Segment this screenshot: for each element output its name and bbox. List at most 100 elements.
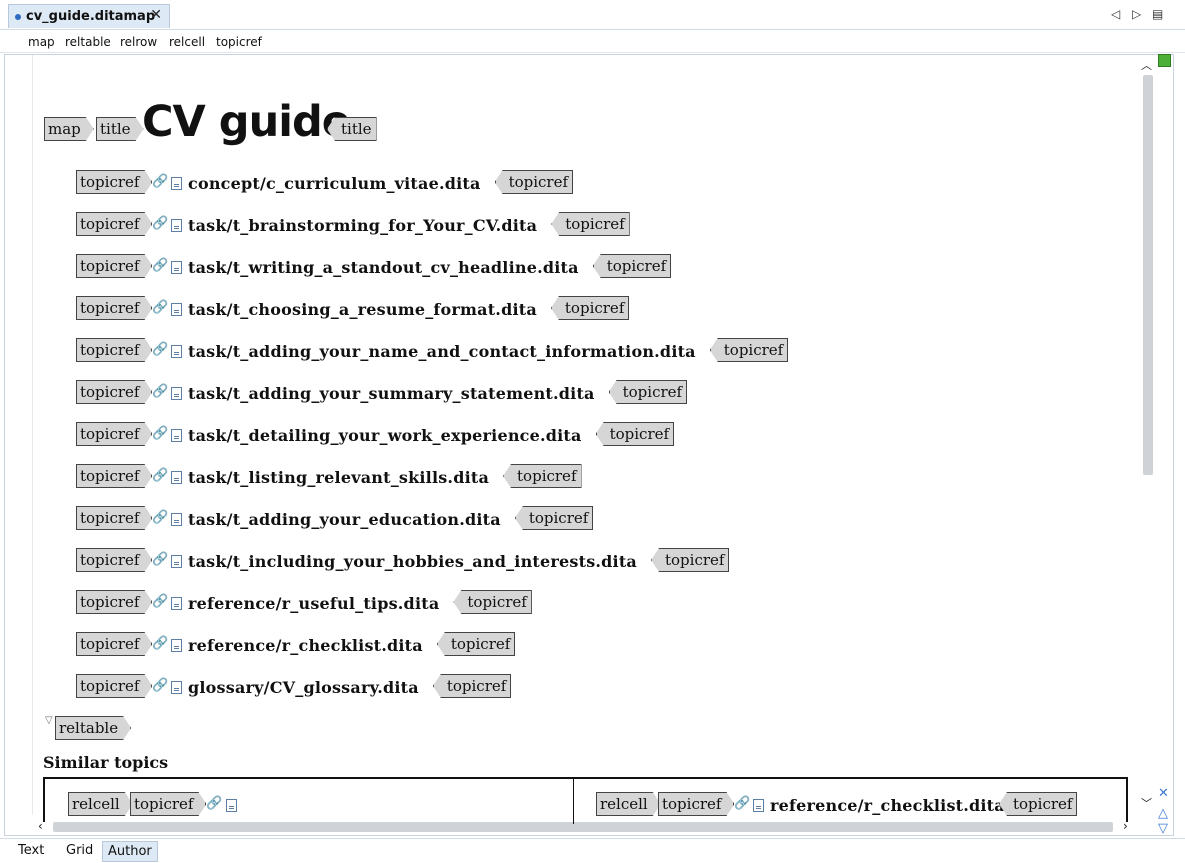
previous-marker-icon[interactable]: △	[1158, 806, 1168, 821]
topicref-href[interactable]: reference/r_checklist.dita	[770, 796, 1005, 815]
link-icon: 🔗	[152, 384, 169, 399]
breadcrumb-map[interactable]: map	[28, 35, 55, 49]
document-icon	[171, 429, 182, 442]
topicref-href[interactable]: task/t_choosing_a_resume_format.dita	[188, 300, 537, 319]
document-icon	[753, 799, 764, 812]
document-icon	[226, 799, 237, 812]
link-icon: 🔗	[152, 678, 169, 693]
topicref-href[interactable]: task/t_adding_your_summary_statement.dit…	[188, 384, 595, 403]
document-icon	[171, 387, 182, 400]
link-icon: 🔗	[152, 426, 169, 441]
topicref-tag[interactable]: topicref	[76, 674, 152, 698]
tab-cv-guide[interactable]: cv_guide.ditamap ✕	[8, 4, 170, 28]
topicref-href[interactable]: reference/r_checklist.dita	[188, 636, 423, 655]
topicref-tag[interactable]: topicref	[658, 792, 734, 816]
document-icon	[171, 345, 182, 358]
topicref-tag[interactable]: topicref	[76, 296, 152, 320]
topicref-tag[interactable]: topicref	[76, 632, 152, 656]
document-icon	[171, 471, 182, 484]
link-icon: 🔗	[152, 594, 169, 609]
topicref-close-tag[interactable]: topicref	[514, 506, 594, 530]
topicref-href[interactable]: task/t_listing_relevant_skills.dita	[188, 468, 489, 487]
scroll-up-icon[interactable]: ︿	[1141, 57, 1152, 73]
map-tag[interactable]: map	[44, 117, 94, 141]
reltable-tag[interactable]: reltable	[55, 716, 131, 740]
topicref-tag[interactable]: topicref	[76, 380, 152, 404]
scroll-down-icon[interactable]: ﹀	[1141, 795, 1152, 811]
topicref-close-tag[interactable]: topicref	[494, 170, 574, 194]
link-icon: 🔗	[152, 258, 169, 273]
document-icon	[171, 597, 182, 610]
breadcrumb-topicref[interactable]: topicref	[216, 35, 262, 49]
topicref-close-tag[interactable]: topicref	[550, 296, 630, 320]
document-icon	[171, 681, 182, 694]
page-title[interactable]: CV guide	[142, 97, 351, 147]
topicref-tag[interactable]: topicref	[76, 548, 152, 572]
topicref-close-tag[interactable]: topicref	[592, 254, 672, 278]
topicref-tag[interactable]: topicref	[130, 792, 206, 816]
title-tag[interactable]: title	[96, 117, 144, 141]
document-icon	[171, 303, 182, 316]
topicref-href[interactable]: task/t_writing_a_standout_cv_headline.di…	[188, 258, 579, 277]
topicref-tag[interactable]: topicref	[76, 338, 152, 362]
topicref-tag[interactable]: topicref	[76, 170, 152, 194]
collapse-all-icon[interactable]: ✕	[1158, 786, 1169, 801]
topicref-href[interactable]: task/t_including_your_hobbies_and_intere…	[188, 552, 637, 571]
tab-author[interactable]: Author	[102, 841, 158, 862]
topicref-close-tag[interactable]: topicref	[608, 380, 688, 404]
tab-list-menu-icon[interactable]: ▤	[1152, 7, 1163, 21]
link-icon: 🔗	[152, 300, 169, 315]
previous-tab-icon[interactable]: ◁	[1111, 7, 1120, 21]
document-icon	[171, 513, 182, 526]
topicref-close-tag[interactable]: topicref	[453, 590, 532, 614]
topicref-close-tag[interactable]: topicref	[503, 464, 582, 488]
topicref-tag[interactable]: topicref	[76, 506, 152, 530]
horizontal-scroll-thumb[interactable]	[53, 822, 1113, 832]
topicref-close-tag[interactable]: topicref	[432, 674, 512, 698]
topicref-close-tag[interactable]: topicref	[436, 632, 516, 656]
validation-status-icon[interactable]	[1158, 54, 1171, 67]
topicref-close-tag[interactable]: topicref	[651, 548, 730, 572]
tab-title: cv_guide.ditamap	[26, 9, 156, 24]
tab-grid[interactable]: Grid	[61, 841, 98, 862]
topicref-tag[interactable]: topicref	[76, 254, 152, 278]
tab-text[interactable]: Text	[13, 841, 49, 862]
vertical-scrollbar[interactable]: ︿ ﹀	[1138, 55, 1156, 815]
topicref-close-tag[interactable]: topicref	[999, 792, 1078, 816]
topicref-close-tag[interactable]: topicref	[551, 212, 630, 236]
breadcrumb: map reltable relrow relcell topicref	[0, 31, 1185, 53]
link-icon: 🔗	[152, 468, 169, 483]
next-marker-icon[interactable]: ▽	[1158, 821, 1168, 836]
topicref-href[interactable]: task/t_adding_your_education.dita	[188, 510, 501, 529]
modified-dot-icon	[15, 13, 21, 20]
topicref-href[interactable]: glossary/CV_glossary.dita	[188, 678, 419, 697]
topicref-close-tag[interactable]: topicref	[595, 422, 675, 446]
link-icon: 🔗	[152, 216, 169, 231]
link-icon: 🔗	[152, 174, 169, 189]
collapse-triangle-icon[interactable]: ▽	[45, 715, 53, 726]
document-icon	[171, 555, 182, 568]
topicref-href[interactable]: task/t_brainstorming_for_Your_CV.dita	[188, 216, 537, 235]
document-icon	[171, 261, 182, 274]
topicref-href[interactable]: concept/c_curriculum_vitae.dita	[188, 174, 481, 193]
document-icon	[171, 219, 182, 232]
topicref-tag[interactable]: topicref	[76, 212, 152, 236]
topicref-tag[interactable]: topicref	[76, 464, 152, 488]
breadcrumb-reltable[interactable]: reltable	[65, 35, 111, 49]
vertical-scroll-thumb[interactable]	[1143, 75, 1153, 475]
relcell-tag[interactable]: relcell	[596, 792, 661, 816]
topicref-href[interactable]: task/t_detailing_your_work_experience.di…	[188, 426, 582, 445]
topicref-tag[interactable]: topicref	[76, 590, 152, 614]
close-tab-icon[interactable]: ✕	[150, 7, 162, 23]
topicref-close-tag[interactable]: topicref	[709, 338, 789, 362]
link-icon: 🔗	[152, 636, 169, 651]
topicref-href[interactable]: reference/r_useful_tips.dita	[188, 594, 439, 613]
next-tab-icon[interactable]: ▷	[1132, 7, 1141, 21]
topicref-tag[interactable]: topicref	[76, 422, 152, 446]
title-close-tag[interactable]: title	[327, 117, 377, 141]
breadcrumb-relrow[interactable]: relrow	[120, 35, 157, 49]
breadcrumb-relcell[interactable]: relcell	[169, 35, 205, 49]
topicref-href[interactable]: task/t_adding_your_name_and_contact_info…	[188, 342, 696, 361]
author-editor[interactable]: ︿ ﹀ ‹ ›	[4, 54, 1174, 836]
relcell-tag[interactable]: relcell	[68, 792, 133, 816]
